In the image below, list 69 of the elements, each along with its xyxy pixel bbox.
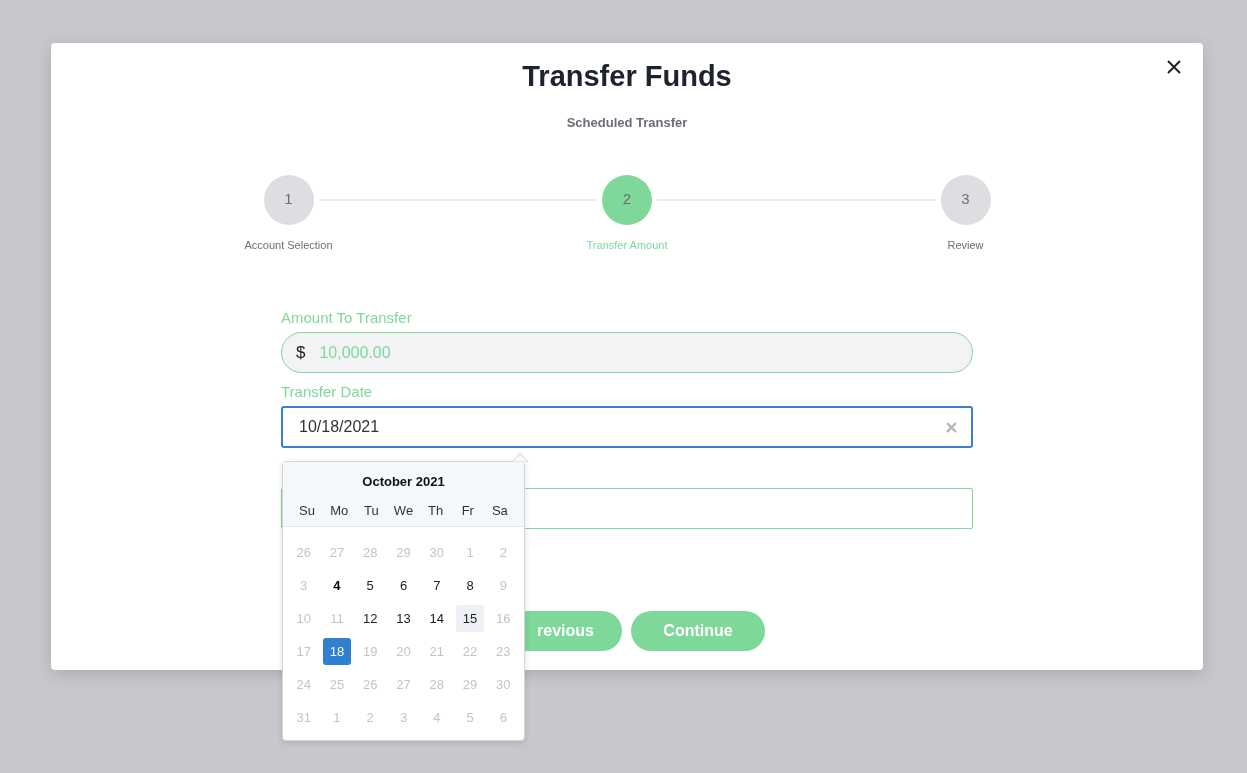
calendar-day[interactable]: 22: [456, 638, 484, 665]
weekday-label: Th: [427, 501, 445, 520]
weekday-label: Mo: [329, 501, 350, 520]
field-label: Transfer Date: [281, 383, 374, 401]
calendar-day[interactable]: 6: [389, 572, 418, 599]
calendar-day[interactable]: 28: [423, 671, 451, 698]
step-label: Review: [947, 237, 984, 253]
field-label: Amount To Transfer: [281, 309, 413, 327]
calendar-day[interactable]: 8: [456, 572, 484, 599]
clear-icon[interactable]: [946, 421, 957, 433]
calendar-day[interactable]: 27: [389, 671, 418, 698]
calendar-day[interactable]: 14: [423, 605, 451, 632]
calendar-day[interactable]: 10: [290, 605, 318, 632]
calendar-day[interactable]: 19: [356, 638, 384, 665]
calendar-day[interactable]: 15: [456, 605, 484, 632]
calendar-day[interactable]: 12: [356, 605, 384, 632]
calendar-day[interactable]: 30: [423, 539, 451, 566]
weekday-label: Su: [298, 501, 316, 520]
month-title: October 2021: [361, 473, 446, 491]
step-circle[interactable]: 2: [602, 174, 652, 225]
calendar-day[interactable]: 13: [389, 605, 418, 632]
calendar-day[interactable]: 30: [489, 671, 517, 698]
calendar-day[interactable]: 6: [489, 704, 517, 731]
weekday-label: We: [392, 501, 415, 520]
calendar-day[interactable]: 28: [356, 539, 384, 566]
date-value: 10/18/2021: [299, 417, 381, 437]
calendar-day[interactable]: 24: [290, 671, 318, 698]
continue-button[interactable]: Continue: [631, 611, 765, 651]
currency-symbol: $: [296, 341, 306, 364]
weekday-label: Tu: [363, 501, 380, 520]
calendar-day[interactable]: 26: [290, 539, 318, 566]
calendar-day[interactable]: 5: [356, 572, 384, 599]
calendar-day[interactable]: 5: [456, 704, 484, 731]
calendar-day[interactable]: 23: [489, 638, 517, 665]
calendar-day[interactable]: 18: [323, 638, 351, 665]
calendar-day[interactable]: 21: [423, 638, 451, 665]
step-circle[interactable]: 3: [940, 174, 991, 225]
amount-field[interactable]: $ 10,000.00: [281, 332, 973, 373]
calendar-day[interactable]: 26: [356, 671, 384, 698]
close-icon: [1167, 60, 1181, 74]
calendar-day[interactable]: 1: [323, 704, 351, 731]
calendar-day[interactable]: 16: [489, 605, 517, 632]
calendar-day[interactable]: 4: [323, 572, 351, 599]
calendar-day[interactable]: 29: [389, 539, 418, 566]
dialog-subtitle: Scheduled Transfer: [565, 114, 689, 132]
calendar-day[interactable]: 11: [323, 605, 351, 632]
dialog-title: Transfer Funds: [522, 59, 732, 93]
step-circle[interactable]: 1: [263, 174, 314, 225]
calendar-day[interactable]: 25: [323, 671, 351, 698]
calendar-day[interactable]: 7: [423, 572, 451, 599]
date-field[interactable]: 10/18/2021: [281, 406, 973, 448]
previous-button[interactable]: revious: [525, 611, 622, 651]
step-label: Account Selection: [244, 237, 333, 253]
amount-value: 10,000.00: [319, 342, 391, 363]
calendar-day[interactable]: 17: [290, 638, 318, 665]
calendar-day[interactable]: 2: [356, 704, 384, 731]
calendar-day[interactable]: 20: [389, 638, 418, 665]
calendar-day[interactable]: 2: [489, 539, 517, 566]
calendar-day[interactable]: 3: [290, 572, 318, 599]
weekday-label: Fr: [460, 501, 475, 520]
calendar-day[interactable]: 3: [389, 704, 418, 731]
calendar-day[interactable]: 9: [489, 572, 517, 599]
calendar-day[interactable]: 1: [456, 539, 484, 566]
calendar-day[interactable]: 31: [290, 704, 318, 731]
calendar-day[interactable]: 27: [323, 539, 351, 566]
step-label: Transfer Amount: [586, 237, 668, 253]
calendar-day[interactable]: 4: [423, 704, 451, 731]
weekday-label: Sa: [490, 501, 509, 520]
calendar-day[interactable]: 29: [456, 671, 484, 698]
